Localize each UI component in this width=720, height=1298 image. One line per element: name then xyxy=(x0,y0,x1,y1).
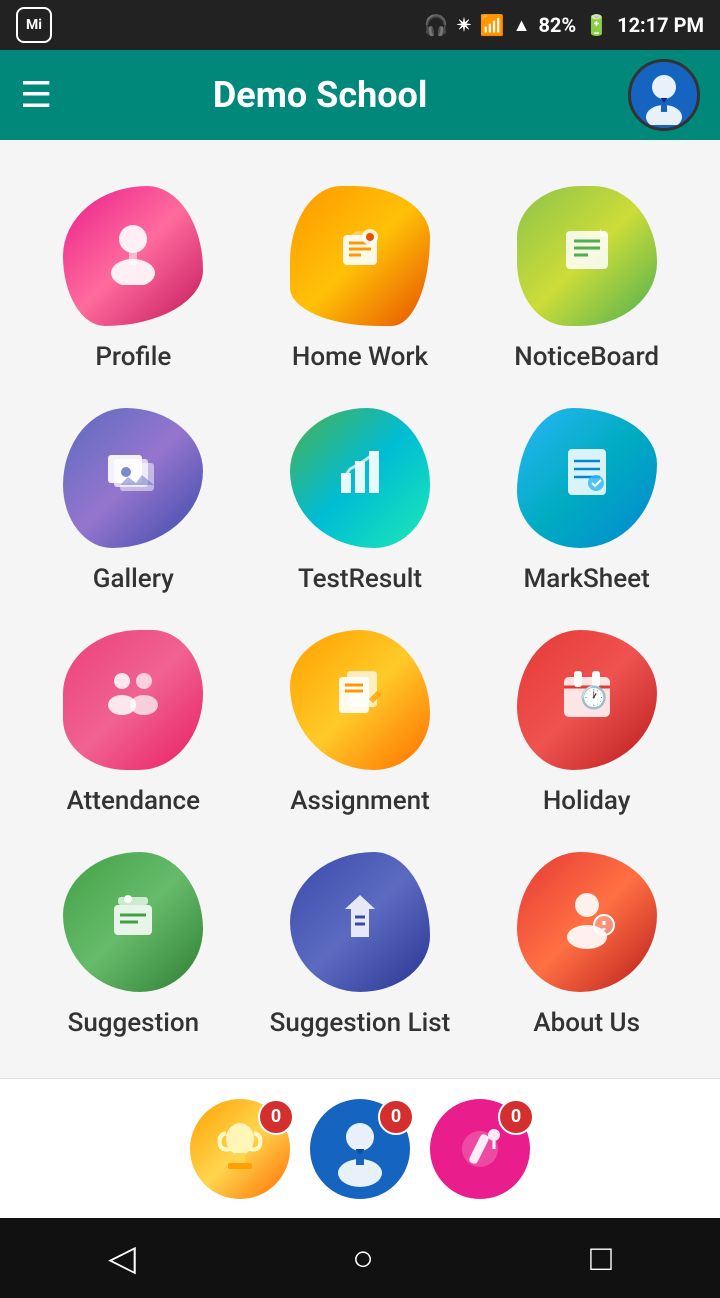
wifi-icon: 📶 xyxy=(480,13,505,37)
suggestionlist-blob xyxy=(290,852,430,992)
menu-item-gallery[interactable]: Gallery xyxy=(20,392,247,614)
menu-item-noticeboard[interactable]: NoticeBoard xyxy=(473,170,700,392)
profile-icon xyxy=(98,215,168,298)
user-avatar[interactable] xyxy=(628,59,700,131)
hamburger-menu-icon[interactable]: ☰ xyxy=(20,77,52,113)
signal-icon: ▲ xyxy=(513,15,531,36)
app-title: Demo School xyxy=(52,74,588,116)
menu-item-testresult[interactable]: TestResult xyxy=(247,392,474,614)
main-content: Profile Home Work NoticeBoard Gallery TestRe… xyxy=(0,140,720,1078)
svg-text:🕐: 🕐 xyxy=(580,685,607,711)
assignment-label: Assignment xyxy=(290,786,430,816)
marksheet-blob xyxy=(517,408,657,548)
top-bar: ☰ Demo School xyxy=(0,50,720,140)
bottom-action-bar: 0 0 xyxy=(0,1078,720,1218)
status-right: 🎧 ✴ 📶 ▲ 82% 🔋 12:17 PM xyxy=(424,13,704,37)
suggestionlist-label: Suggestion List xyxy=(270,1008,451,1038)
assignment-icon xyxy=(325,659,395,742)
aboutus-icon xyxy=(552,881,622,964)
holiday-icon: 🕐 xyxy=(552,659,622,742)
battery-icon: 🔋 xyxy=(584,13,609,37)
suggestion-blob xyxy=(63,852,203,992)
pink-badge: 0 xyxy=(498,1099,534,1135)
marksheet-icon xyxy=(552,437,622,520)
suggestion-label: Suggestion xyxy=(68,1008,200,1038)
suggestion-icon xyxy=(98,881,168,964)
aboutus-label: About Us xyxy=(533,1008,640,1038)
menu-item-suggestionlist[interactable]: Suggestion List xyxy=(247,836,474,1058)
menu-item-suggestion[interactable]: Suggestion xyxy=(20,836,247,1058)
testresult-icon xyxy=(325,437,395,520)
noticeboard-label: NoticeBoard xyxy=(514,342,659,372)
home-button[interactable]: ○ xyxy=(352,1237,374,1279)
aboutus-blob xyxy=(517,852,657,992)
recent-button[interactable]: □ xyxy=(590,1237,612,1279)
menu-item-attendance[interactable]: Attendance xyxy=(20,614,247,836)
menu-item-profile[interactable]: Profile xyxy=(20,170,247,392)
back-button[interactable]: ◁ xyxy=(108,1237,136,1279)
trophy-action[interactable]: 0 xyxy=(190,1099,290,1199)
gallery-blob xyxy=(63,408,203,548)
homework-label: Home Work xyxy=(292,342,428,372)
holiday-label: Holiday xyxy=(543,786,631,816)
time-display: 12:17 PM xyxy=(617,13,704,37)
gallery-icon xyxy=(98,437,168,520)
status-left: Mi xyxy=(16,7,52,43)
menu-item-assignment[interactable]: Assignment xyxy=(247,614,474,836)
battery-level: 82% xyxy=(538,13,576,37)
attendance-icon xyxy=(98,659,168,742)
noticeboard-icon xyxy=(552,215,622,298)
homework-icon xyxy=(325,215,395,298)
attendance-label: Attendance xyxy=(67,786,200,816)
profile-action[interactable]: 0 xyxy=(310,1099,410,1199)
pink-action[interactable]: 0 xyxy=(430,1099,530,1199)
profile-label: Profile xyxy=(95,342,171,372)
system-nav-bar: ◁ ○ □ xyxy=(0,1218,720,1298)
profile-badge: 0 xyxy=(378,1099,414,1135)
menu-grid: Profile Home Work NoticeBoard Gallery TestRe… xyxy=(20,170,700,1058)
menu-item-homework[interactable]: Home Work xyxy=(247,170,474,392)
holiday-blob: 🕐 xyxy=(517,630,657,770)
mi-logo: Mi xyxy=(16,7,52,43)
menu-item-aboutus[interactable]: About Us xyxy=(473,836,700,1058)
marksheet-label: MarkSheet xyxy=(524,564,650,594)
profile-blob xyxy=(63,186,203,326)
homework-blob xyxy=(290,186,430,326)
status-bar: Mi 🎧 ✴ 📶 ▲ 82% 🔋 12:17 PM xyxy=(0,0,720,50)
trophy-badge: 0 xyxy=(258,1099,294,1135)
menu-item-holiday[interactable]: 🕐 Holiday xyxy=(473,614,700,836)
noticeboard-blob xyxy=(517,186,657,326)
bluetooth-icon: ✴ xyxy=(457,15,472,36)
headphone-icon: 🎧 xyxy=(424,13,449,37)
gallery-label: Gallery xyxy=(93,564,174,594)
menu-item-marksheet[interactable]: MarkSheet xyxy=(473,392,700,614)
testresult-blob xyxy=(290,408,430,548)
assignment-blob xyxy=(290,630,430,770)
attendance-blob xyxy=(63,630,203,770)
testresult-label: TestResult xyxy=(298,564,422,594)
suggestionlist-icon xyxy=(325,881,395,964)
